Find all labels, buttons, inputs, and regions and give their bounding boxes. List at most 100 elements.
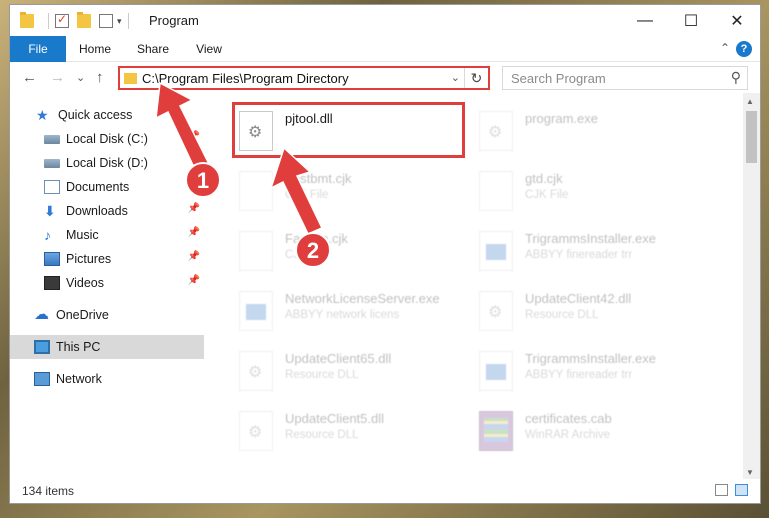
- sidebar-item-documents[interactable]: Documents: [10, 175, 204, 199]
- file-item[interactable]: certificates.cab WinRAR Archive: [473, 405, 709, 461]
- search-box[interactable]: Search Program ⚲: [502, 66, 748, 90]
- sidebar-item-label: Music: [66, 228, 99, 242]
- search-placeholder[interactable]: Search Program: [511, 71, 606, 86]
- file-name: TrigrammsInstaller.exe: [525, 351, 656, 366]
- sidebar-item-quick-access[interactable]: ★ Quick access: [10, 103, 204, 127]
- file-icon: [239, 231, 273, 271]
- chevron-up-icon[interactable]: ⌃: [720, 41, 730, 55]
- file-item[interactable]: UpdateClient65.dll Resource DLL: [233, 345, 469, 401]
- sidebar-item-pictures[interactable]: Pictures 📌: [10, 247, 204, 271]
- file-item[interactable]: UpdateClient5.dll Resource DLL: [233, 405, 469, 461]
- file-item[interactable]: program.exe: [473, 105, 709, 161]
- tab-home[interactable]: Home: [72, 36, 118, 62]
- toolbar-divider: [127, 13, 129, 29]
- sidebar-item-label: OneDrive: [56, 308, 109, 322]
- file-type: CJK File: [285, 249, 329, 261]
- up-arrow-icon[interactable]: ↑: [96, 69, 104, 86]
- sidebar-item-onedrive[interactable]: ☁ OneDrive: [10, 303, 204, 327]
- sidebar-item-network[interactable]: Network: [10, 367, 204, 391]
- exe-icon: [479, 351, 513, 391]
- sidebar-item-label: Videos: [66, 276, 104, 290]
- tab-view[interactable]: View: [186, 36, 232, 62]
- pin-icon[interactable]: 📌: [188, 131, 200, 142]
- pin-icon[interactable]: 📌: [188, 251, 200, 262]
- sidebar-item-label: Network: [56, 372, 102, 386]
- exe-icon: [239, 291, 273, 331]
- file-item[interactable]: UpdateClient42.dll Resource DLL: [473, 285, 709, 341]
- file-type: Resource DLL: [525, 309, 599, 321]
- downloads-icon: ⬇: [44, 203, 56, 219]
- help-icon[interactable]: ?: [736, 41, 752, 57]
- file-name: Fastbmt.cjk: [285, 171, 352, 186]
- sidebar-item-videos[interactable]: Videos 📌: [10, 271, 204, 295]
- sidebar-item-local-disk-c[interactable]: Local Disk (C:) 📌: [10, 127, 204, 151]
- file-item[interactable]: NetworkLicenseServer.exe ABBYY network l…: [233, 285, 469, 341]
- star-icon: ★: [36, 107, 49, 123]
- file-name: UpdateClient5.dll: [285, 411, 385, 426]
- ribbon: File Home Share View ⌃ ?: [10, 36, 760, 62]
- sidebar-item-local-disk-d[interactable]: Local Disk (D:): [10, 151, 204, 175]
- refresh-icon[interactable]: ↻: [464, 68, 488, 88]
- large-icons-view-icon[interactable]: [735, 484, 748, 496]
- minimize-button[interactable]: —: [622, 5, 668, 36]
- window-title: Program: [149, 13, 199, 28]
- pin-icon[interactable]: 📌: [188, 275, 200, 286]
- disk-icon: [44, 134, 60, 144]
- search-icon[interactable]: ⚲: [731, 69, 741, 86]
- sidebar-item-label: Pictures: [66, 252, 112, 266]
- vertical-scrollbar[interactable]: ▲ ▼: [743, 93, 760, 481]
- file-name: certificates.cab: [525, 411, 612, 426]
- sidebar-item-label: Local Disk (C:): [66, 132, 148, 146]
- back-arrow-icon[interactable]: ←: [22, 69, 37, 86]
- new-folder-icon[interactable]: [77, 12, 91, 28]
- status-bar: 134 items: [10, 479, 760, 503]
- address-bar[interactable]: C:\Program Files\Program Directory ⌄ ↻: [118, 66, 490, 90]
- network-icon: [34, 372, 50, 386]
- details-view-icon[interactable]: [715, 484, 728, 496]
- tab-file[interactable]: File: [10, 36, 66, 62]
- folder-icon: [124, 73, 137, 84]
- pin-icon[interactable]: 📌: [188, 203, 200, 214]
- sidebar-item-music[interactable]: ♪ Music 📌: [10, 223, 204, 247]
- address-dropdown-icon[interactable]: ⌄: [451, 71, 460, 84]
- scrollbar-thumb[interactable]: [746, 111, 757, 163]
- file-type: CJK File: [525, 189, 569, 201]
- chevron-down-icon[interactable]: ▾: [117, 16, 122, 27]
- address-path[interactable]: C:\Program Files\Program Directory: [142, 71, 349, 86]
- scroll-down-arrow-icon[interactable]: ▼: [746, 468, 754, 477]
- customize-toolbar-icon[interactable]: [99, 14, 113, 28]
- tab-share[interactable]: Share: [130, 36, 176, 62]
- recent-locations-chevron-icon[interactable]: ⌄: [76, 71, 85, 84]
- file-type: WinRAR Archive: [525, 429, 610, 441]
- maximize-button[interactable]: ☐: [668, 5, 714, 36]
- pin-icon[interactable]: 📌: [188, 227, 200, 238]
- scroll-up-arrow-icon[interactable]: ▲: [746, 97, 754, 106]
- file-name: Fastbm.cjk: [285, 231, 348, 246]
- file-item[interactable]: TrigrammsInstaller.exe ABBYY finereader …: [473, 345, 709, 401]
- file-item[interactable]: TrigrammsInstaller.exe ABBYY finereader …: [473, 225, 709, 281]
- sidebar-item-label: Documents: [66, 180, 130, 194]
- sidebar-item-this-pc[interactable]: This PC: [10, 335, 204, 359]
- sidebar-item-label: Local Disk (D:): [66, 156, 148, 170]
- file-name: NetworkLicenseServer.exe: [285, 291, 440, 306]
- properties-icon[interactable]: [55, 12, 69, 28]
- dll-icon: [239, 351, 273, 391]
- file-icon: [239, 171, 273, 211]
- file-item[interactable]: Fastbm.cjk CJK File: [233, 225, 469, 281]
- archive-icon: [479, 411, 513, 451]
- music-icon: ♪: [44, 227, 51, 243]
- sidebar-item-label: Quick access: [58, 108, 133, 122]
- dll-icon: [479, 291, 513, 331]
- file-name: TrigrammsInstaller.exe: [525, 231, 656, 246]
- sidebar-item-downloads[interactable]: ⬇ Downloads 📌: [10, 199, 204, 223]
- toolbar-divider: [48, 13, 49, 29]
- close-button[interactable]: ✕: [714, 5, 760, 36]
- computer-icon: [34, 340, 50, 354]
- file-name: UpdateClient65.dll: [285, 351, 392, 366]
- file-type: ABBYY finereader trr: [525, 369, 633, 381]
- file-name: gtd.cjk: [525, 171, 563, 186]
- forward-arrow-icon[interactable]: →: [50, 69, 65, 86]
- file-item[interactable]: gtd.cjk CJK File: [473, 165, 709, 221]
- file-item[interactable]: Fastbmt.cjk CJK File: [233, 165, 469, 221]
- disk-icon: [44, 158, 60, 168]
